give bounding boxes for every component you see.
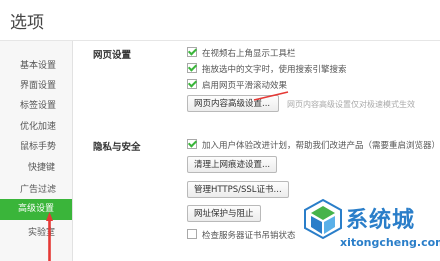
option-check-cert-revocation-label: 检查服务器证书吊销状态 [202,231,296,241]
sidebar: 基本设置 界面设置 标签设置 优化加速 鼠标手势 快捷键 广告过滤 高级设置 实… [0,41,73,261]
sidebar-item-acceleration[interactable]: 优化加速 [20,119,56,132]
checkbox-drag-search[interactable] [187,63,197,73]
checkbox-smooth-scroll[interactable] [187,79,197,89]
brand-name-cn: 系统城 [346,208,416,233]
checkbox-video-toolbar[interactable] [187,47,197,57]
option-drag-search-label: 拖放选中的文字时，使用搜索引擎搜索 [202,65,347,75]
sidebar-item-basic[interactable]: 基本设置 [20,58,56,71]
option-check-cert-revocation[interactable]: 检查服务器证书吊销状态 [187,229,296,241]
option-join-ux-program-label: 加入用户体验改进计划，帮助我们改进产品（需要重启浏览器） [202,141,440,151]
url-protection-button[interactable]: 网址保护与阻止 [187,205,261,222]
annotation-underline [253,91,289,101]
web-settings-label: 网页设置 [93,50,132,61]
sidebar-item-mouse-gestures[interactable]: 鼠标手势 [20,139,56,152]
brand-watermark: 系统城 xitongcheng.com [300,196,440,261]
checkbox-join-ux-program[interactable] [187,139,197,149]
option-video-toolbar-label: 在视频右上角显示工具栏 [202,49,296,59]
window-header: 选项 [0,0,440,41]
page-title: 选项 [10,13,44,33]
manage-certificates-button[interactable]: 管理HTTPS/SSL证书... [187,181,289,198]
sidebar-item-shortcuts[interactable]: 快捷键 [28,160,55,173]
brand-name-en: xitongcheng.com [340,236,440,249]
option-drag-search[interactable]: 拖放选中的文字时，使用搜索引擎搜索 [187,63,347,75]
privacy-security-label: 隐私与安全 [93,142,141,153]
sidebar-item-advanced[interactable]: 高级设置 [0,199,72,220]
annotation-arrow [46,212,53,261]
clear-traces-settings-button[interactable]: 清理上网痕迹设置... [187,156,277,173]
sidebar-item-ad-filter[interactable]: 广告过滤 [20,182,56,195]
checkbox-check-cert-revocation[interactable] [187,229,197,239]
brand-logo-icon [304,198,342,240]
option-video-toolbar[interactable]: 在视频右上角显示工具栏 [187,47,296,59]
advanced-content-hint: 网页内容高级设置仅对极速模式生效 [287,100,415,109]
sidebar-item-interface[interactable]: 界面设置 [20,78,56,91]
option-join-ux-program[interactable]: 加入用户体验改进计划，帮助我们改进产品（需要重启浏览器） [187,139,440,151]
sidebar-item-tabs[interactable]: 标签设置 [20,98,56,111]
